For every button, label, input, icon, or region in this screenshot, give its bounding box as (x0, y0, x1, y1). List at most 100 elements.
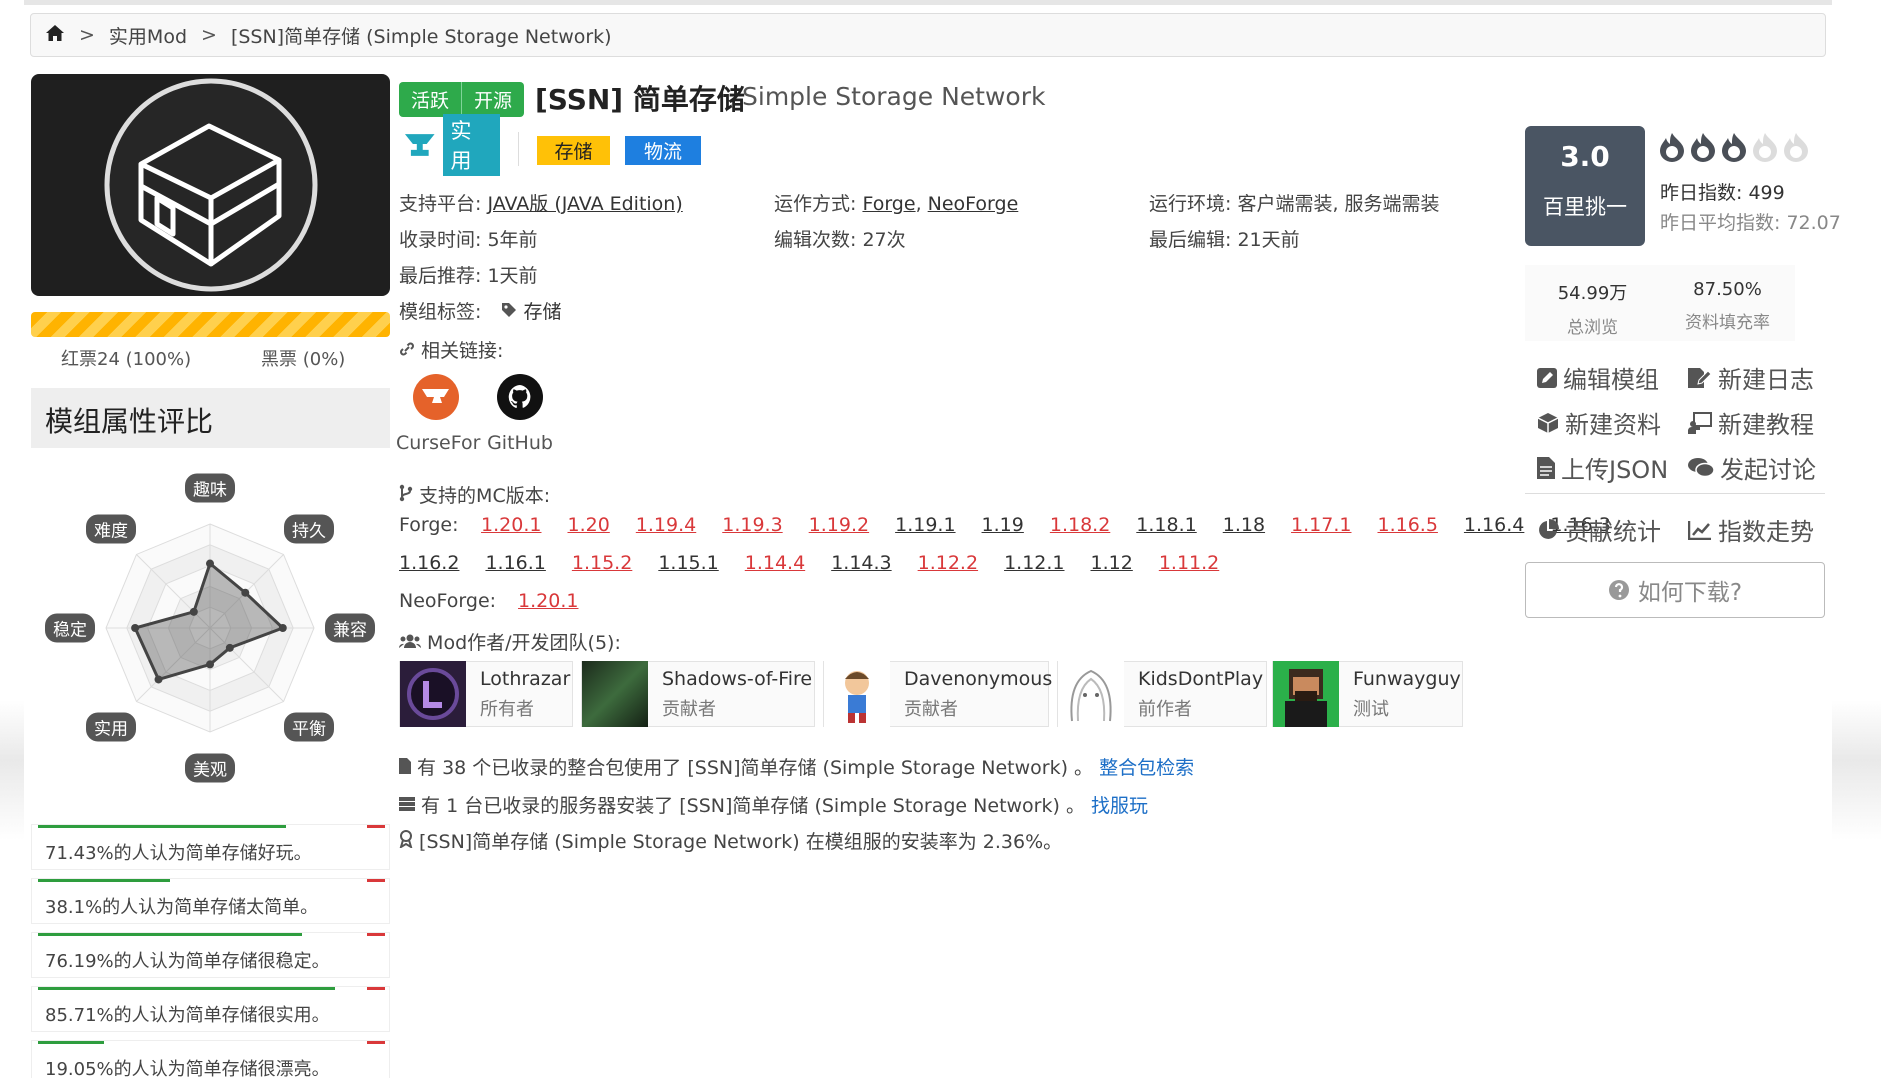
author-card[interactable]: Funwayguy 测试 (1272, 661, 1463, 727)
author-card[interactable]: Davenonymous 贡献者 (823, 661, 1052, 727)
neoforge-versions-row: NeoForge: 1.20.1 (399, 590, 604, 612)
branch-icon (399, 484, 419, 507)
breadcrumb-separator: > (79, 24, 95, 46)
radar-axis-label: 稳定 (45, 613, 95, 643)
radar-point (206, 660, 214, 669)
opinion-item: 71.43%的人认为简单存储好玩。 (31, 824, 390, 870)
fill-rate-label: 资料填充率 (1685, 313, 1770, 333)
yesterday-average-index: 昨日平均指数: 72.07 (1660, 212, 1841, 234)
forge-link[interactable]: Forge (862, 193, 915, 215)
version-link[interactable]: 1.19 (982, 514, 1024, 536)
platform-link[interactable]: JAVA版 (JAVA Edition) (487, 193, 682, 215)
home-icon[interactable] (45, 24, 65, 47)
team-label-text: Mod作者/开发团队(5): (427, 632, 621, 654)
modpack-search-link[interactable]: 整合包检索 (1099, 757, 1194, 779)
install-rate-text: [SSN]简单存储 (Simple Storage Network) 在模组服的… (419, 831, 1063, 853)
github-link[interactable]: GitHub (480, 374, 560, 454)
index-trend-label: 指数走势 (1718, 518, 1814, 546)
contribution-stats-button[interactable]: 贡献统计 (1537, 512, 1661, 547)
tag-logistics[interactable]: 物流 (625, 136, 701, 165)
forge-versions-row-2: 1.16.2 1.16.1 1.15.2 1.15.1 1.14.4 1.14.3 1.12… (399, 552, 1245, 574)
log-icon (1688, 367, 1712, 388)
forge-label: Forge: (399, 514, 459, 536)
radar-point (189, 607, 198, 616)
total-views-label: 总浏览 (1567, 318, 1618, 338)
version-link[interactable]: 1.19.2 (809, 514, 869, 536)
category-label: 实用 (442, 114, 500, 176)
version-link[interactable]: 1.12.1 (1004, 552, 1064, 574)
upload-json-label: 上传JSON (1561, 456, 1669, 484)
version-link[interactable]: 1.15.2 (572, 552, 632, 574)
upload-json-button[interactable]: 上传JSON (1537, 450, 1668, 485)
users-icon (398, 632, 427, 654)
author-name: KidsDontPlay (1138, 667, 1264, 690)
version-link[interactable]: 1.18.2 (1050, 514, 1110, 536)
find-server-link[interactable]: 找服玩 (1091, 795, 1148, 817)
disagree-bar (367, 1041, 385, 1044)
version-link[interactable]: 1.16.2 (399, 552, 459, 574)
radar-axis-label: 趣味 (185, 473, 235, 503)
server-usage-text: 有 1 台已收录的服务器安装了 [SSN]简单存储 (Simple Storag… (421, 795, 1085, 817)
award-icon (399, 830, 419, 853)
forge-versions-row: Forge: 1.20.1 1.20 1.19.4 1.19.3 1.19.2 1.19.… (399, 514, 1637, 536)
edit-mod-button[interactable]: 编辑模组 (1537, 360, 1659, 395)
version-link[interactable]: 1.20.1 (481, 514, 541, 536)
active-badge: 活跃 (399, 82, 462, 117)
version-link[interactable]: 1.12.2 (918, 552, 978, 574)
how-to-download-button[interactable]: 如何下载? (1525, 562, 1825, 618)
version-link[interactable]: 1.14.3 (831, 552, 891, 574)
disagree-bar (367, 933, 385, 936)
curseforge-link[interactable]: CurseFor (396, 374, 481, 454)
version-link[interactable]: 1.12 (1091, 552, 1133, 574)
neoforge-link[interactable]: NeoForge (928, 193, 1019, 215)
question-icon (1608, 580, 1629, 600)
radar-point (225, 643, 234, 652)
radar-axis-label: 持久 (283, 514, 334, 544)
version-link[interactable]: 1.14.4 (745, 552, 805, 574)
tag-storage[interactable]: 存储 (537, 136, 610, 165)
version-link[interactable]: 1.19.1 (895, 514, 955, 536)
index-trend-button[interactable]: 指数走势 (1688, 512, 1814, 547)
new-data-button[interactable]: 新建资料 (1537, 405, 1661, 440)
agree-bar (38, 1041, 105, 1044)
version-link[interactable]: 1.16.5 (1377, 514, 1437, 536)
breadcrumb-current: [SSN]简单存储 (Simple Storage Network) (230, 25, 612, 48)
author-card[interactable]: KidsDontPlay 前作者 (1057, 661, 1267, 727)
mod-tag-storage-link[interactable]: 存储 (524, 301, 562, 323)
version-link[interactable]: 1.20.1 (518, 590, 578, 612)
opinion-item: 38.1%的人认为简单存储太简单。 (31, 878, 390, 924)
version-link[interactable]: 1.16.1 (485, 552, 545, 574)
category-practical[interactable]: 实用 (399, 114, 504, 176)
related-links-label: 相关链接: (421, 340, 504, 362)
version-link[interactable]: 1.15.1 (658, 552, 718, 574)
radar-point (154, 675, 163, 684)
discuss-button[interactable]: 发起讨论 (1688, 450, 1816, 485)
version-link[interactable]: 1.20 (567, 514, 609, 536)
curseforge-label: CurseFor (396, 432, 481, 454)
server-icon (399, 795, 421, 817)
new-tutorial-button[interactable]: 新建教程 (1688, 405, 1814, 440)
author-card[interactable]: Lothrazar 所有者 (399, 661, 573, 727)
version-link[interactable]: 1.11.2 (1159, 552, 1219, 574)
opinion-text: 38.1%的人认为简单存储太简单。 (45, 897, 319, 918)
env-label: 运行环境: (1149, 193, 1232, 215)
version-link[interactable]: 1.18.1 (1136, 514, 1196, 536)
disagree-bar (367, 987, 385, 990)
modpack-usage-text: 有 38 个已收录的整合包使用了 [SSN]简单存储 (Simple Stora… (417, 757, 1094, 779)
install-rate: [SSN]简单存储 (Simple Storage Network) 在模组服的… (399, 827, 1062, 854)
new-log-label: 新建日志 (1718, 366, 1814, 394)
version-link[interactable]: 1.16.4 (1464, 514, 1524, 536)
author-avatar (582, 661, 648, 727)
agree-bar (38, 825, 286, 828)
breadcrumb-category[interactable]: 实用Mod (109, 22, 187, 49)
version-link[interactable]: 1.19.3 (722, 514, 782, 536)
mod-cover-image (31, 74, 390, 296)
env-value: 客户端需装, 服务端需装 (1237, 193, 1440, 215)
author-card[interactable]: Shadows-of-Fire 贡献者 (581, 661, 815, 727)
team-label: Mod作者/开发团队(5): (398, 628, 621, 655)
version-link[interactable]: 1.18 (1223, 514, 1265, 536)
version-link[interactable]: 1.17.1 (1291, 514, 1351, 536)
new-log-button[interactable]: 新建日志 (1688, 360, 1814, 395)
version-link[interactable]: 1.19.4 (636, 514, 696, 536)
disagree-bar (367, 825, 385, 828)
